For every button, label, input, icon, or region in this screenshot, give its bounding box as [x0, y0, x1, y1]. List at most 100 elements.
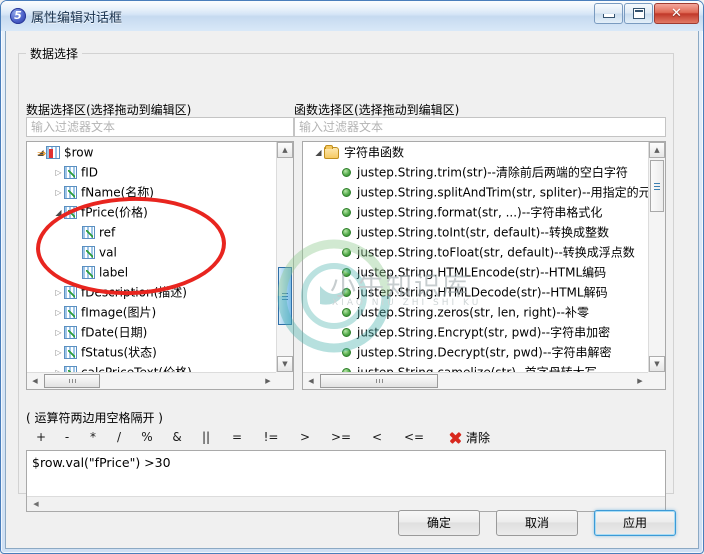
tree-item-label: justep.String.format(str, ...)--字符串格式化: [357, 205, 603, 220]
tree-item[interactable]: label: [27, 262, 276, 282]
operator-button-2[interactable]: *: [80, 430, 106, 444]
operator-button-5[interactable]: &: [162, 430, 192, 444]
tree-item[interactable]: justep.String.trim(str)--清除前后两端的空白字符: [303, 162, 648, 182]
left-filter-input[interactable]: [26, 117, 294, 137]
scroll-left-icon[interactable]: ◀: [29, 497, 43, 511]
operator-button-9[interactable]: >: [288, 430, 322, 444]
title-bar: 属性编辑对话框 ✕: [1, 1, 703, 31]
apply-button[interactable]: 应用: [594, 510, 676, 536]
scroll-down-icon[interactable]: ▼: [649, 356, 665, 372]
operator-button-12[interactable]: <=: [394, 430, 434, 444]
scroll-corner: [648, 372, 665, 389]
tree-item[interactable]: justep.String.toInt(str, default)--转换成整数: [303, 222, 648, 242]
tree-item[interactable]: fName(名称): [27, 182, 276, 202]
expression-editor[interactable]: $row.val("fPrice") >30 ◀: [26, 450, 666, 512]
scroll-left-icon[interactable]: ◀: [303, 373, 319, 389]
tree-item[interactable]: justep.String.zeros(str, len, right)--补零: [303, 302, 648, 322]
right-filter-input[interactable]: [294, 117, 666, 137]
expand-arrow-icon[interactable]: [53, 283, 64, 303]
function-tree-panel[interactable]: 字符串函数 justep.String.trim(str)--清除前后两端的空白字…: [302, 141, 666, 390]
ok-button[interactable]: 确定: [398, 510, 480, 536]
column-icon: [82, 266, 95, 279]
column-icon: [64, 326, 77, 339]
tree-item-label: justep.String.splitAndTrim(str, spliter)…: [357, 185, 648, 200]
expand-arrow-icon[interactable]: [53, 323, 64, 343]
column-icon: [64, 306, 77, 319]
minimize-button[interactable]: [594, 3, 623, 24]
tree-item[interactable]: fDescription(描述): [27, 282, 276, 302]
operator-button-0[interactable]: +: [28, 430, 54, 444]
function-dot-icon: [342, 188, 351, 197]
column-icon: [64, 286, 77, 299]
operator-button-3[interactable]: /: [106, 430, 132, 444]
tree-item[interactable]: ref: [27, 222, 276, 242]
tree-item[interactable]: val: [27, 242, 276, 262]
tree-item[interactable]: justep.String.camelize(str)--首字母转大写: [303, 362, 648, 372]
expand-arrow-icon[interactable]: [53, 163, 64, 183]
tree-item[interactable]: justep.String.splitAndTrim(str, spliter)…: [303, 182, 648, 202]
tree-item[interactable]: $row: [27, 142, 276, 164]
tree-item-label: justep.String.toInt(str, default)--转换成整数: [357, 225, 610, 240]
collapse-arrow-icon[interactable]: [313, 143, 324, 163]
window-title: 属性编辑对话框: [31, 11, 123, 26]
tree-item-label: justep.String.Encrypt(str, pwd)--字符串加密: [357, 325, 611, 340]
groupbox-title: 数据选择: [26, 45, 83, 62]
function-dot-icon: [342, 228, 351, 237]
scroll-right-icon[interactable]: ▶: [632, 373, 648, 389]
expression-text[interactable]: $row.val("fPrice") >30: [32, 455, 661, 470]
tree-item[interactable]: justep.String.HTMLDecode(str)--HTML解码: [303, 282, 648, 302]
function-tree-hscroll-thumb[interactable]: [320, 374, 438, 388]
scroll-right-icon[interactable]: ▶: [260, 373, 276, 389]
column-icon: [82, 226, 95, 239]
maximize-button[interactable]: [624, 3, 653, 24]
clear-button[interactable]: 清除: [448, 429, 490, 446]
data-tree-hscroll-thumb[interactable]: [44, 374, 100, 388]
app-logo-icon: [10, 8, 26, 24]
collapse-arrow-icon[interactable]: [53, 203, 64, 223]
tree-item[interactable]: justep.String.HTMLEncode(str)--HTML编码: [303, 262, 648, 282]
function-dot-icon: [342, 268, 351, 277]
expression-hscrollbar[interactable]: ◀: [27, 496, 665, 511]
data-tree-hscrollbar[interactable]: ◀ ▶: [27, 372, 293, 389]
tree-item[interactable]: 字符串函数: [303, 142, 648, 162]
tree-item[interactable]: fPrice(价格): [27, 202, 276, 222]
operator-button-10[interactable]: >=: [322, 430, 360, 444]
expand-arrow-icon[interactable]: [53, 343, 64, 363]
function-tree-vscroll-thumb[interactable]: [650, 160, 664, 212]
operator-button-6[interactable]: ||: [192, 430, 220, 444]
data-tree-vscroll-thumb[interactable]: [278, 267, 292, 325]
tree-item[interactable]: justep.String.format(str, ...)--字符串格式化: [303, 202, 648, 222]
tree-item[interactable]: fImage(图片): [27, 302, 276, 322]
data-tree-panel[interactable]: $row fID fName(名称) fPrice(价格) ref val label fDe…: [26, 141, 294, 390]
operator-button-8[interactable]: !=: [254, 430, 288, 444]
tree-item[interactable]: fID: [27, 162, 276, 182]
function-tree[interactable]: 字符串函数 justep.String.trim(str)--清除前后两端的空白字…: [303, 142, 648, 372]
tree-item[interactable]: calcPriceText(价格): [27, 362, 276, 372]
function-tree-vscrollbar[interactable]: ▲ ▼: [648, 142, 665, 372]
data-tree[interactable]: $row fID fName(名称) fPrice(价格) ref val label fDe…: [27, 142, 276, 372]
tree-item[interactable]: fStatus(状态): [27, 342, 276, 362]
scroll-up-icon[interactable]: ▲: [277, 142, 293, 158]
tree-item[interactable]: justep.String.Decrypt(str, pwd)--字符串解密: [303, 342, 648, 362]
operator-button-1[interactable]: -: [54, 430, 80, 444]
operator-button-11[interactable]: <: [360, 430, 394, 444]
scroll-down-icon[interactable]: ▼: [277, 356, 293, 372]
expand-arrow-icon[interactable]: [53, 183, 64, 203]
close-button[interactable]: ✕: [654, 3, 699, 24]
tree-item-label: justep.String.toFloat(str, default)--转换成…: [357, 245, 635, 260]
operator-toolbar[interactable]: + - * /% & || = != > >= < <= 清除: [28, 427, 490, 447]
expand-arrow-icon[interactable]: [53, 303, 64, 323]
operator-button-7[interactable]: =: [220, 430, 254, 444]
tree-item-label: val: [99, 245, 117, 260]
scroll-left-icon[interactable]: ◀: [27, 373, 43, 389]
expand-arrow-icon[interactable]: [53, 363, 64, 373]
data-tree-vscrollbar[interactable]: ▲ ▼: [276, 142, 293, 372]
cancel-button[interactable]: 取消: [496, 510, 578, 536]
function-tree-hscrollbar[interactable]: ◀ ▶: [303, 372, 665, 389]
tree-item[interactable]: justep.String.toFloat(str, default)--转换成…: [303, 242, 648, 262]
operator-button-4[interactable]: %: [132, 430, 162, 444]
tree-item-label: justep.String.HTMLEncode(str)--HTML编码: [357, 265, 607, 280]
tree-item[interactable]: justep.String.Encrypt(str, pwd)--字符串加密: [303, 322, 648, 342]
scroll-up-icon[interactable]: ▲: [649, 142, 665, 158]
tree-item[interactable]: fDate(日期): [27, 322, 276, 342]
